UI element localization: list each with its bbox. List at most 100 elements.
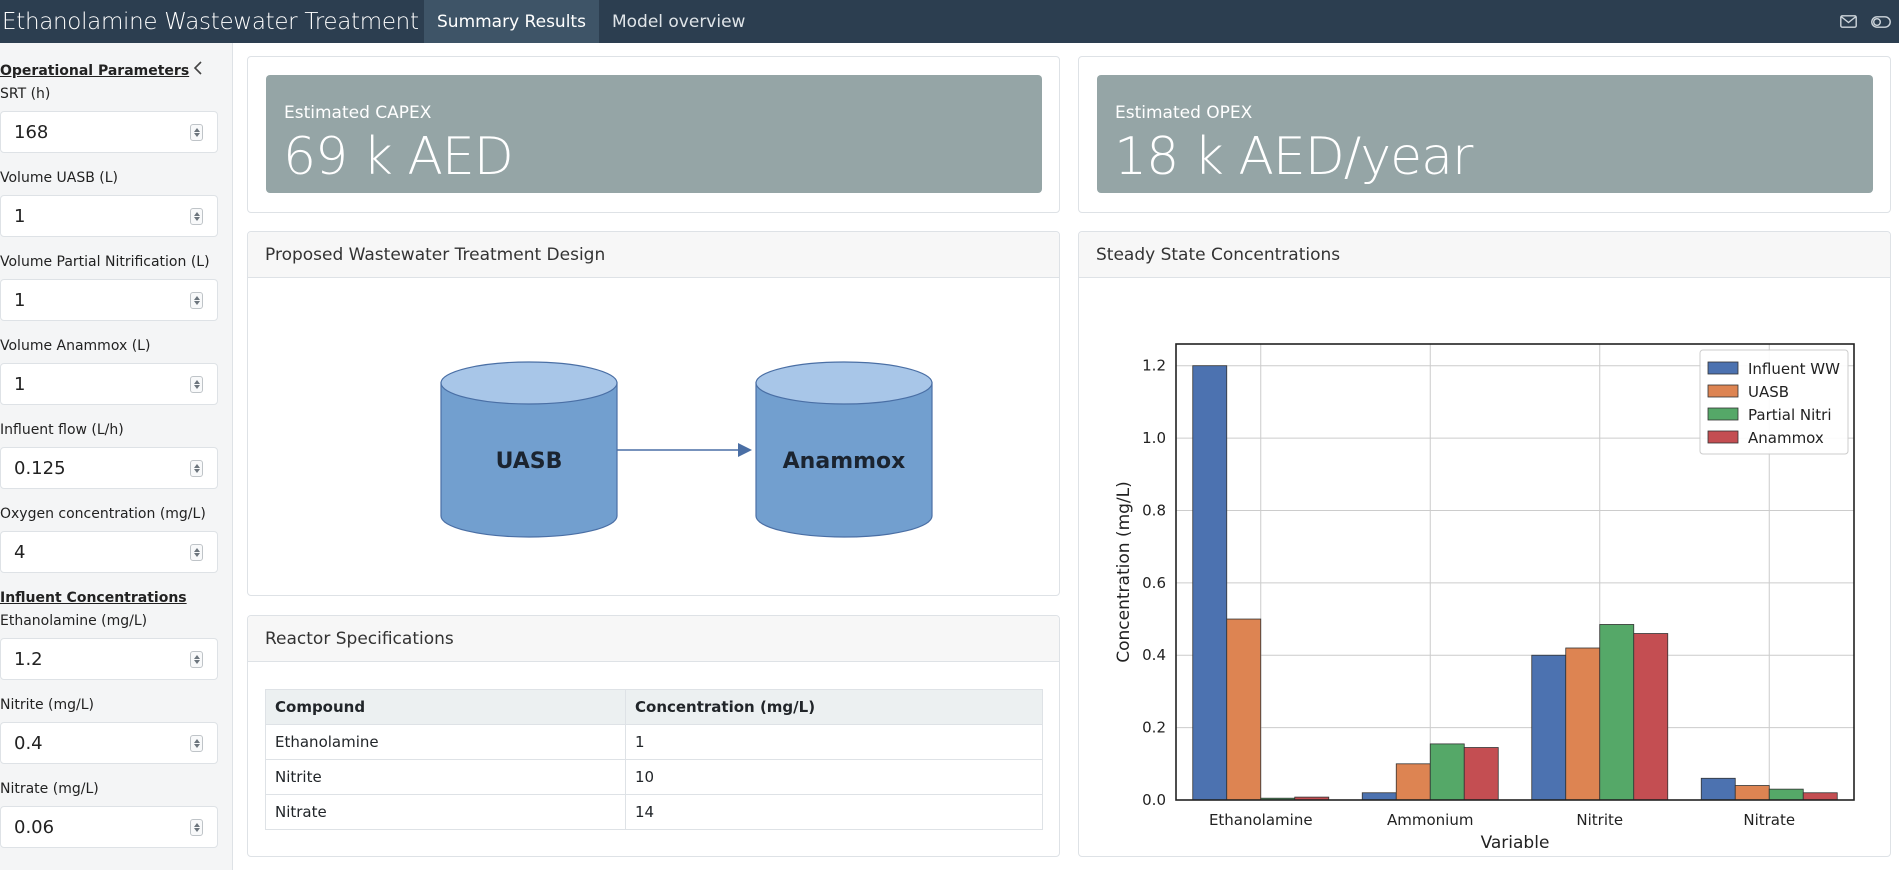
opex-value: 18 k AED/year bbox=[1114, 127, 1473, 187]
chart-bar bbox=[1768, 788, 1804, 801]
capex-card: Estimated CAPEX 69 k AED bbox=[247, 56, 1060, 213]
chart-bar bbox=[1361, 792, 1397, 801]
oxygen-concentration-input[interactable]: 4 bbox=[0, 531, 218, 573]
y-tick-label: 1.0 bbox=[1142, 429, 1166, 447]
concentrations-card-header: Steady State Concentrations bbox=[1079, 232, 1890, 278]
table-cell: 1 bbox=[625, 724, 1043, 760]
uasb-reactor: UASB bbox=[440, 361, 618, 538]
nitrite-value: 0.4 bbox=[14, 733, 43, 754]
legend-label: Anammox bbox=[1748, 429, 1824, 447]
concentration-chart: 0.0 0.2 0.4 0.6 0.8 1.0 1.2 Ethanolamine Ammoniu… bbox=[1114, 343, 1855, 853]
influent-concentrations-title: Influent Concentrations bbox=[0, 590, 187, 606]
ethanolamine-value: 1.2 bbox=[14, 649, 43, 670]
stepper-icon[interactable] bbox=[190, 735, 203, 752]
chart-bar bbox=[1599, 624, 1635, 801]
legend-label: UASB bbox=[1748, 383, 1789, 401]
collapse-sidebar-button[interactable] bbox=[190, 59, 206, 77]
volume-uasb-label: Volume UASB (L) bbox=[0, 170, 119, 186]
chart-bar bbox=[1565, 647, 1601, 801]
opex-card: Estimated OPEX 18 k AED/year bbox=[1078, 56, 1891, 213]
influent-flow-label: Influent flow (L/h) bbox=[0, 422, 124, 438]
stepper-icon[interactable] bbox=[190, 651, 203, 668]
table-cell: Nitrate bbox=[265, 794, 626, 830]
x-tick-label: Ethanolamine bbox=[1209, 811, 1313, 829]
x-tick-label: Ammonium bbox=[1387, 811, 1473, 829]
srt-input[interactable]: 168 bbox=[0, 111, 218, 153]
tab-summary-results[interactable]: Summary Results bbox=[424, 0, 599, 43]
stepper-icon[interactable] bbox=[190, 124, 203, 141]
mail-icon[interactable] bbox=[1840, 15, 1857, 28]
table-cell: Ethanolamine bbox=[265, 724, 626, 760]
concentration-column-header: Concentration (mg/L) bbox=[625, 689, 1043, 725]
volume-anammox-label: Volume Anammox (L) bbox=[0, 338, 151, 354]
legend-label: Influent WW bbox=[1748, 360, 1840, 378]
capex-value: 69 k AED bbox=[283, 127, 514, 187]
chart-bar bbox=[1802, 792, 1838, 801]
ethanolamine-input[interactable]: 1.2 bbox=[0, 638, 218, 680]
volume-anammox-input[interactable]: 1 bbox=[0, 363, 218, 405]
opex-title: Estimated OPEX bbox=[1115, 103, 1253, 123]
nitrite-label: Nitrite (mg/L) bbox=[0, 697, 95, 713]
design-card-header: Proposed Wastewater Treatment Design bbox=[248, 232, 1059, 278]
nitrite-input[interactable]: 0.4 bbox=[0, 722, 218, 764]
compound-column-header: Compound bbox=[265, 689, 626, 725]
legend-swatch bbox=[1707, 384, 1739, 398]
chart-bar bbox=[1734, 785, 1770, 801]
oxygen-concentration-label: Oxygen concentration (mg/L) bbox=[0, 506, 206, 522]
toggle-icon[interactable] bbox=[1871, 15, 1891, 28]
y-tick-label: 0.8 bbox=[1142, 501, 1166, 519]
chart-bar bbox=[1192, 365, 1228, 801]
reactor-specs-card: Reactor Specifications Compound Concentr… bbox=[247, 615, 1060, 857]
oxygen-concentration-value: 4 bbox=[14, 542, 26, 563]
operational-parameters-title: Operational Parameters bbox=[0, 63, 190, 79]
navbar: Ethanolamine Wastewater Treatment Summar… bbox=[0, 0, 1899, 43]
stepper-icon[interactable] bbox=[190, 292, 203, 309]
y-tick-label: 0.2 bbox=[1142, 719, 1166, 737]
chart-bar bbox=[1531, 654, 1567, 801]
x-tick-label: Nitrite bbox=[1576, 811, 1623, 829]
stepper-icon[interactable] bbox=[190, 544, 203, 561]
volume-anammox-value: 1 bbox=[14, 374, 26, 395]
ethanolamine-label: Ethanolamine (mg/L) bbox=[0, 613, 148, 629]
uasb-label: UASB bbox=[496, 449, 563, 474]
stepper-icon[interactable] bbox=[190, 208, 203, 225]
volume-partial-nitrification-label: Volume Partial Nitrification (L) bbox=[0, 254, 210, 270]
chart-bar bbox=[1463, 747, 1499, 801]
stepper-icon[interactable] bbox=[190, 460, 203, 477]
flow-arrow bbox=[617, 443, 752, 457]
sidebar: Operational Parameters SRT (h) 168 Volum… bbox=[0, 43, 233, 870]
chart-bar bbox=[1226, 618, 1262, 801]
nitrate-value: 0.06 bbox=[14, 817, 55, 838]
y-tick-label: 0.0 bbox=[1142, 791, 1166, 809]
legend-label: Partial Nitri bbox=[1748, 406, 1832, 424]
nitrate-label: Nitrate (mg/L) bbox=[0, 781, 99, 797]
volume-partial-nitrification-input[interactable]: 1 bbox=[0, 279, 218, 321]
chevron-left-icon bbox=[193, 61, 202, 75]
stepper-icon[interactable] bbox=[190, 819, 203, 836]
table-row: Nitrate 14 bbox=[265, 794, 1043, 830]
design-card: Proposed Wastewater Treatment Design UAS… bbox=[247, 231, 1060, 596]
anammox-reactor: Anammox bbox=[755, 361, 933, 538]
legend-swatch bbox=[1707, 430, 1739, 444]
tab-model-overview[interactable]: Model overview bbox=[599, 0, 759, 43]
influent-flow-input[interactable]: 0.125 bbox=[0, 447, 218, 489]
concentrations-card: Steady State Concentrations 0.0 0.2 0.4 0.6… bbox=[1078, 231, 1891, 857]
legend-swatch bbox=[1707, 407, 1739, 421]
chart-bar bbox=[1429, 743, 1465, 801]
table-cell: Nitrite bbox=[265, 759, 626, 795]
srt-label: SRT (h) bbox=[0, 86, 51, 102]
srt-value: 168 bbox=[14, 122, 49, 143]
table-cell: 10 bbox=[625, 759, 1043, 795]
x-tick-label: Nitrate bbox=[1743, 811, 1795, 829]
capex-title: Estimated CAPEX bbox=[284, 103, 432, 123]
chart-bar bbox=[1633, 633, 1669, 801]
reactor-specs-table: Compound Concentration (mg/L) Ethanolami… bbox=[265, 689, 1043, 830]
legend-swatch bbox=[1707, 361, 1739, 375]
stepper-icon[interactable] bbox=[190, 376, 203, 393]
nav-icons bbox=[1840, 0, 1891, 43]
volume-uasb-input[interactable]: 1 bbox=[0, 195, 218, 237]
volume-uasb-value: 1 bbox=[14, 206, 26, 227]
capex-value-box: Estimated CAPEX 69 k AED bbox=[266, 75, 1042, 193]
reactor-specs-header: Reactor Specifications bbox=[248, 616, 1059, 662]
nitrate-input[interactable]: 0.06 bbox=[0, 806, 218, 848]
